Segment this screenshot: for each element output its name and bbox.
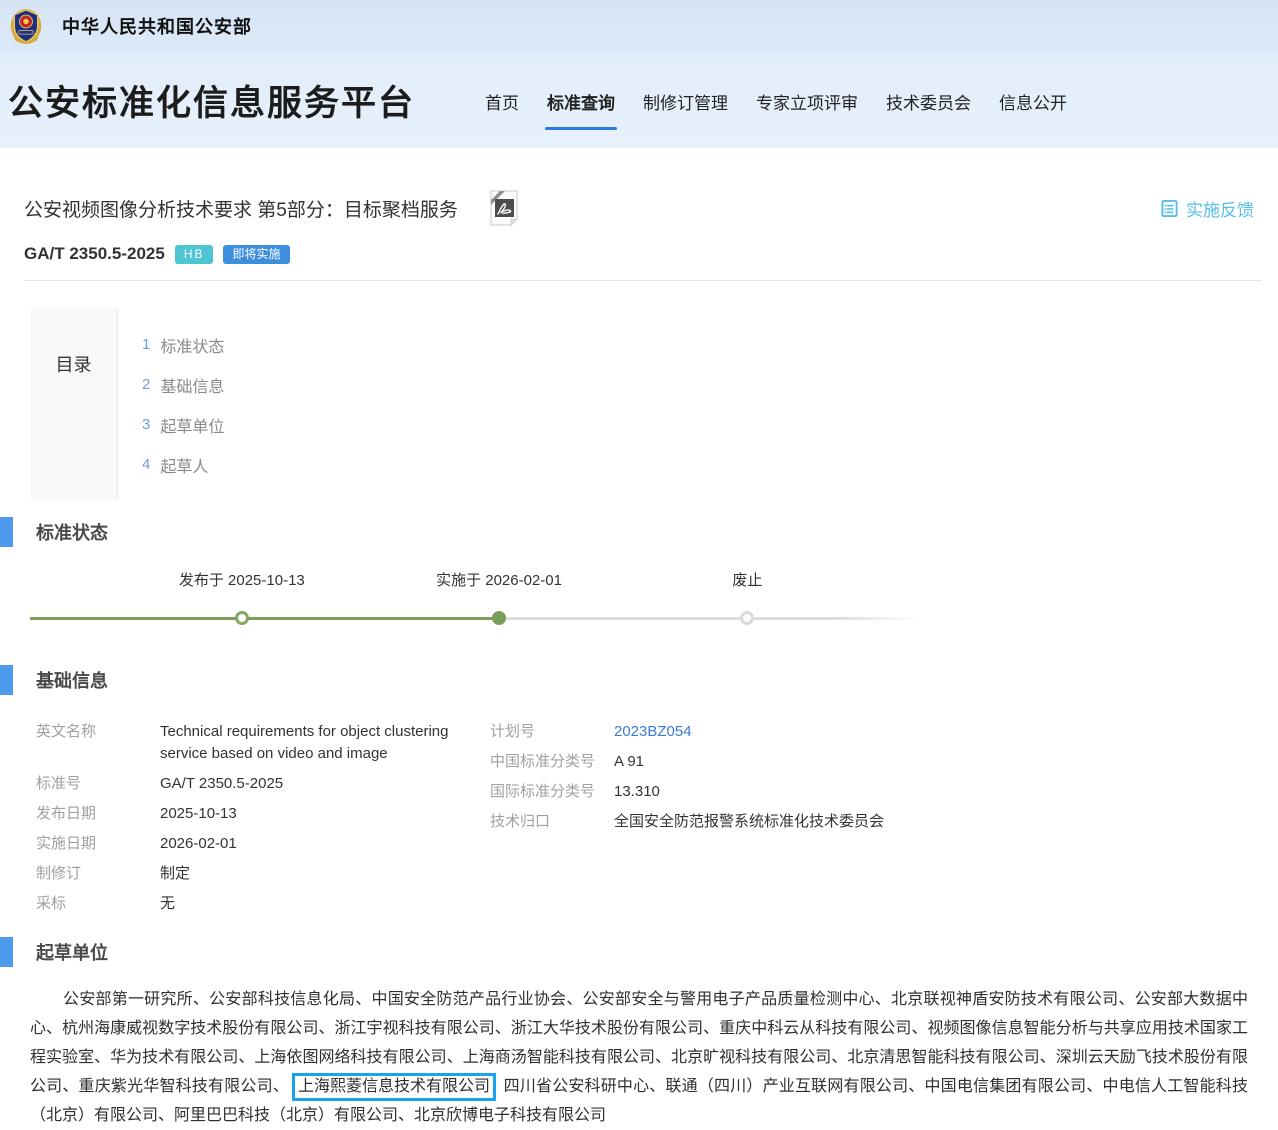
toc-item-number: 1 [142,336,150,353]
standard-number: GA/T 2350.5-2025 [24,244,165,264]
field-label-technical-committee: 技术归口 [490,807,614,837]
section-marker [0,937,13,967]
field-label-standard-no: 标准号 [36,769,160,799]
toc-item-label: 起草单位 [160,419,224,436]
toc-item-standard-status[interactable]: 1 标准状态 [142,333,224,357]
section-marker [0,517,13,547]
ministry-header: 中华人民共和国公安部 [0,0,1278,52]
feedback-label: 实施反馈 [1186,196,1254,221]
drafting-units-section: 起草单位 公安部第一研究所、公安部科技信息化局、中国安全防范产品行业协会、公安部… [0,937,1278,1130]
toc-item-drafting-units[interactable]: 3 起草单位 [142,413,224,437]
section-title-basic-info: 基础信息 [36,667,108,693]
field-label-adoption: 采标 [36,889,160,919]
field-value-technical-committee: 全国安全防范报警系统标准化技术委员会 [614,807,994,837]
toc-item-label: 标准状态 [160,339,224,356]
ministry-name: 中华人民共和国公安部 [62,13,252,39]
basic-info-section: 基础信息 英文名称 Technical requirements for obj… [0,665,1278,919]
status-timeline: 发布于 2025-10-13 实施于 2026-02-01 废止 [30,569,920,647]
timeline-line-pending [499,617,920,620]
nav-item-revision-management[interactable]: 制修订管理 [629,89,742,130]
timeline-label-abolished: 废止 [732,569,762,590]
field-label-ics: 国际标准分类号 [490,777,614,807]
toc-item-number: 3 [142,416,150,433]
basic-info-left-column: 英文名称 Technical requirements for object c… [36,717,490,919]
timeline-label-implemented: 实施于 2026-02-01 [436,569,562,590]
pdf-file-icon[interactable] [484,188,524,228]
toc-item-label: 起草人 [160,459,208,476]
section-marker [0,665,13,695]
field-label-english-name: 英文名称 [36,717,160,769]
field-value-implement-date: 2026-02-01 [160,829,490,859]
toc-title: 目录 [30,309,118,499]
drafting-units-paragraph: 公安部第一研究所、公安部科技信息化局、中国安全防范产品行业协会、公安部安全与警用… [30,985,1248,1130]
nav-item-information-disclosure[interactable]: 信息公开 [985,89,1081,130]
nav-item-home[interactable]: 首页 [471,89,533,130]
timeline-dot-abolished [740,611,754,625]
standard-status-section: 标准状态 发布于 2025-10-13 实施于 2026-02-01 废止 [0,517,1278,647]
hb-badge: HB [175,245,214,264]
document-title: 公安视频图像分析技术要求 第5部分：目标聚档服务 [24,195,458,222]
basic-info-right-column: 计划号 2023BZ054 中国标准分类号 A 91 国际标准分类号 13.31… [490,717,994,919]
toc-item-number: 4 [142,456,150,473]
toc-item-basic-info[interactable]: 2 基础信息 [142,373,224,397]
section-title-status: 标准状态 [36,519,108,545]
table-of-contents: 目录 1 标准状态 2 基础信息 3 起草单位 4 起草人 [30,309,1278,499]
timeline-dot-implemented [492,611,506,625]
field-label-plan-no: 计划号 [490,717,614,747]
feedback-form-icon [1160,199,1179,218]
nav-item-standard-search[interactable]: 标准查询 [533,89,629,130]
timeline-label-published: 发布于 2025-10-13 [179,569,305,590]
field-label-ccs: 中国标准分类号 [490,747,614,777]
timeline-dot-published [235,611,249,625]
field-value-ccs: A 91 [614,747,994,777]
section-title-drafting-units: 起草单位 [36,939,108,965]
field-value-ics: 13.310 [614,777,994,807]
timeline-line-done [30,617,499,620]
main-content: 公安视频图像分析技术要求 第5部分：目标聚档服务 实施反馈 [0,188,1278,1130]
field-value-standard-no: GA/T 2350.5-2025 [160,769,490,799]
field-value-adoption: 无 [160,889,490,919]
platform-title: 公安标准化信息服务平台 [8,75,415,126]
implementation-feedback-link[interactable]: 实施反馈 [1160,196,1254,221]
field-value-english-name: Technical requirements for object cluste… [160,717,490,769]
field-label-publish-date: 发布日期 [36,799,160,829]
upcoming-implementation-badge: 即将实施 [223,245,289,264]
police-emblem-icon[interactable] [8,6,44,46]
nav-item-technical-committee[interactable]: 技术委员会 [872,89,985,130]
divider [24,280,1262,281]
field-label-revision-type: 制修订 [36,859,160,889]
toc-item-number: 2 [142,376,150,393]
nav-item-expert-review[interactable]: 专家立项评审 [742,89,872,130]
plan-number-link[interactable]: 2023BZ054 [614,717,994,747]
highlighted-company: 上海熙菱信息技术有限公司 [292,1073,496,1101]
main-nav: 首页 标准查询 制修订管理 专家立项评审 技术委员会 信息公开 [471,89,1081,130]
field-value-publish-date: 2025-10-13 [160,799,490,829]
toc-item-label: 基础信息 [160,379,224,396]
field-value-revision-type: 制定 [160,859,490,889]
platform-header: 公安标准化信息服务平台 首页 标准查询 制修订管理 专家立项评审 技术委员会 信… [0,52,1278,148]
toc-item-drafters[interactable]: 4 起草人 [142,453,224,477]
field-label-implement-date: 实施日期 [36,829,160,859]
